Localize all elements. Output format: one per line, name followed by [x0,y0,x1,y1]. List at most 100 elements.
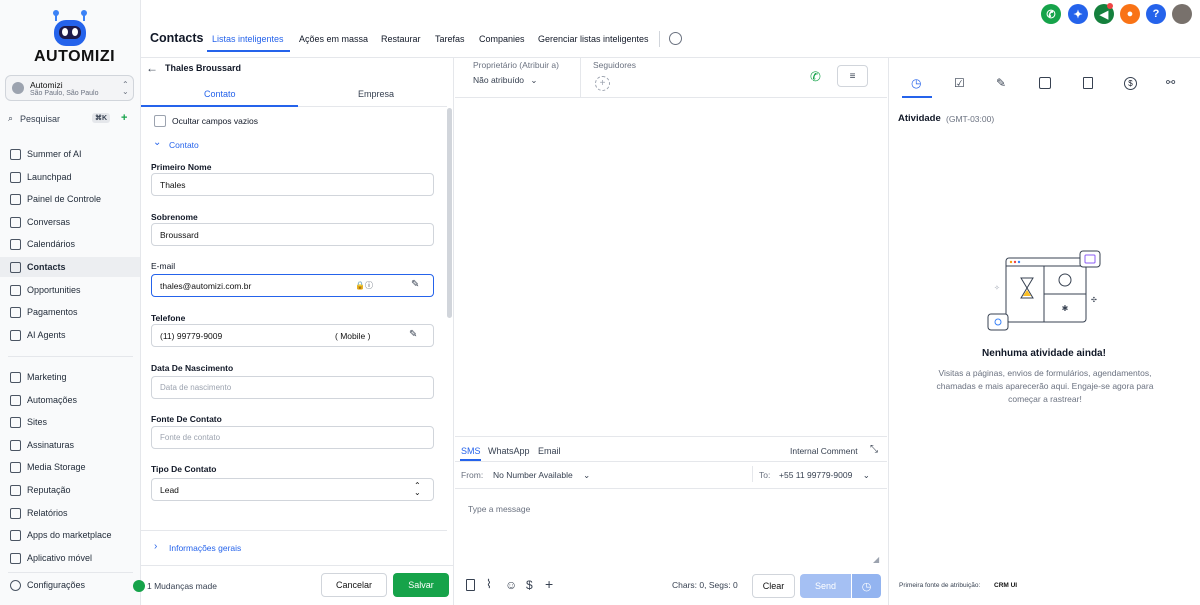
back-arrow-icon[interactable]: ← [146,61,158,75]
sidebar-item-media-storage[interactable]: Media Storage [0,457,140,477]
contact-type-value: Lead [160,484,179,495]
tab-contato[interactable]: Contato [204,89,236,99]
owner-select[interactable]: Não atribuído ⌄ [473,75,538,86]
emoji-icon[interactable]: ☺ [505,578,517,592]
sidebar-item-label: Painel de Controle [27,194,102,205]
tab-restaurar[interactable]: Restaurar [381,34,421,44]
search-bar[interactable]: ⌕ Pesquisar ⌘K + [8,112,134,127]
sidebar-item-marketing[interactable]: Marketing [0,367,140,387]
sidebar-item-assinaturas[interactable]: Assinaturas [0,435,140,455]
channel-sms[interactable]: SMS [461,446,481,456]
sidebar-item-conversas[interactable]: Conversas [0,212,140,232]
sidebar-item-ai-agents[interactable]: AI Agents [0,325,140,345]
sidebar-item-label: Pagamentos [27,307,78,318]
sidebar-item-reputacao[interactable]: Reputação [0,480,140,500]
hide-empty-checkbox[interactable] [154,115,166,127]
attachment-icon[interactable]: ⌇ [486,577,492,591]
sidebar-item-relatorios[interactable]: Relatórios [0,503,140,523]
save-button[interactable]: Salvar [393,573,449,597]
tab-listas-inteligentes[interactable]: Listas inteligentes [212,34,284,44]
email-field[interactable]: thales@automizi.com.br 🔒ⓘ ✎ [151,274,434,297]
resize-handle-icon[interactable]: ◢ [873,555,879,564]
sidebar-item-launchpad[interactable]: Launchpad [0,167,140,187]
first-name-field[interactable]: Thales [151,173,434,196]
sidebar-item-label: AI Agents [27,329,66,340]
call-icon[interactable]: ✆ [810,69,821,85]
cancel-button[interactable]: Cancelar [321,573,387,597]
tab-tarefas[interactable]: Tarefas [435,34,465,44]
document-icon[interactable] [1083,77,1093,89]
contact-type-select[interactable]: Lead ⌃ ⌄ [151,478,434,501]
clear-button[interactable]: Clear [752,574,795,598]
tab-gerenciar-listas[interactable]: Gerenciar listas inteligentes [538,34,649,44]
empty-activity-title: Nenhuma atividade ainda! [982,348,1106,359]
pencil-icon[interactable]: ✎ [411,279,419,290]
section-contato[interactable]: Contato [169,140,199,150]
message-input[interactable]: Type a message [468,504,868,554]
active-tab-indicator [207,50,290,52]
channel-whatsapp[interactable]: WhatsApp [488,446,530,456]
select-arrows-icon: ⌃ ⌄ [414,481,421,497]
task-check-icon[interactable]: ☑ [954,76,965,90]
launchpad-icon [10,171,21,183]
expand-icon[interactable]: ⤡ [870,444,878,455]
sidebar-item-apps-do-marketplace[interactable]: Apps do marketplace [0,525,140,545]
empty-activity-illustration: ✱ ✧ ✣ [986,248,1106,333]
ai-agents-icon [10,329,21,341]
dollar-icon[interactable]: $ [526,578,533,592]
add-follower-button[interactable]: + [595,76,610,91]
internal-comment-toggle[interactable]: Internal Comment [790,446,858,456]
filter-button[interactable]: ≡ [837,65,868,87]
sidebar-item-calendarios[interactable]: Calendários [0,234,140,254]
quick-add-icon[interactable]: + [121,112,127,124]
magic-icon[interactable]: ✦ [1068,4,1088,24]
sidebar: AUTOMIZI Automizi São Paulo, São Paulo ⌃… [0,0,141,605]
birthdate-field[interactable]: Data de nascimento [151,376,434,399]
activity-clock-icon[interactable]: ◷ [911,76,921,90]
from-value: No Number Available [493,470,573,480]
sidebar-item-contacts[interactable]: Contacts [0,257,140,277]
chevron-down-icon[interactable]: ⌄ [153,137,161,148]
payment-dollar-icon[interactable]: $ [1124,77,1137,90]
chevron-right-icon[interactable]: › [154,541,157,552]
phone-field[interactable]: (11) 99779-9009 ( Mobile ) ✎ [151,324,434,347]
sidebar-item-sites[interactable]: Sites [0,412,140,432]
avatar[interactable] [1172,4,1192,24]
schedule-button[interactable]: ◷ [852,574,881,598]
settings-gear-icon[interactable] [669,32,682,45]
sidebar-item-opportunities[interactable]: Opportunities [0,280,140,300]
tab-companies[interactable]: Companies [479,34,525,44]
scrollbar[interactable] [447,108,452,318]
to-select[interactable]: +55 11 99779-9009 ⌄ [779,470,870,481]
last-name-field[interactable]: Broussard [151,223,434,246]
source-field[interactable]: Fonte de contato [151,426,434,449]
calendar-icon[interactable] [1039,77,1051,89]
template-icon[interactable] [466,579,475,591]
phone-icon[interactable]: ✆ [1041,4,1061,24]
search-label: Pesquisar [20,114,61,124]
sidebar-item-automacoes[interactable]: Automações [0,390,140,410]
section-general-info[interactable]: Informações gerais [169,543,241,553]
sidebar-item-pagamentos[interactable]: Pagamentos [0,302,140,322]
tab-acoes-em-massa[interactable]: Ações em massa [299,34,368,44]
bell-icon[interactable]: ● [1120,4,1140,24]
sidebar-item-summer-of-ai[interactable]: Summer of AI [0,144,140,164]
sidebar-item-aplicativo-movel[interactable]: Aplicativo móvel [0,548,140,568]
account-switcher[interactable]: Automizi São Paulo, São Paulo ⌃ ⌄ [5,75,134,101]
from-select[interactable]: No Number Available ⌄ [493,470,590,481]
help-icon[interactable]: ? [1146,4,1166,24]
chevron-down-icon: ⌄ [862,470,870,480]
workflow-icon[interactable]: ⚯ [1166,76,1175,89]
plus-icon[interactable]: + [545,576,553,592]
sidebar-item-painel-de-controle[interactable]: Painel de Controle [0,189,140,209]
tab-empresa[interactable]: Empresa [358,89,394,99]
send-button[interactable]: Send [800,574,851,598]
sidebar-item-label: Calendários [27,239,76,250]
pencil-icon[interactable]: ✎ [409,329,417,340]
sidebar-item-configuracoes[interactable]: Configurações [0,575,140,595]
gear-icon [10,580,21,591]
note-pencil-icon[interactable]: ✎ [996,76,1006,90]
conversas-icon [10,216,21,228]
opportunities-icon [10,284,21,296]
channel-email[interactable]: Email [538,446,561,456]
